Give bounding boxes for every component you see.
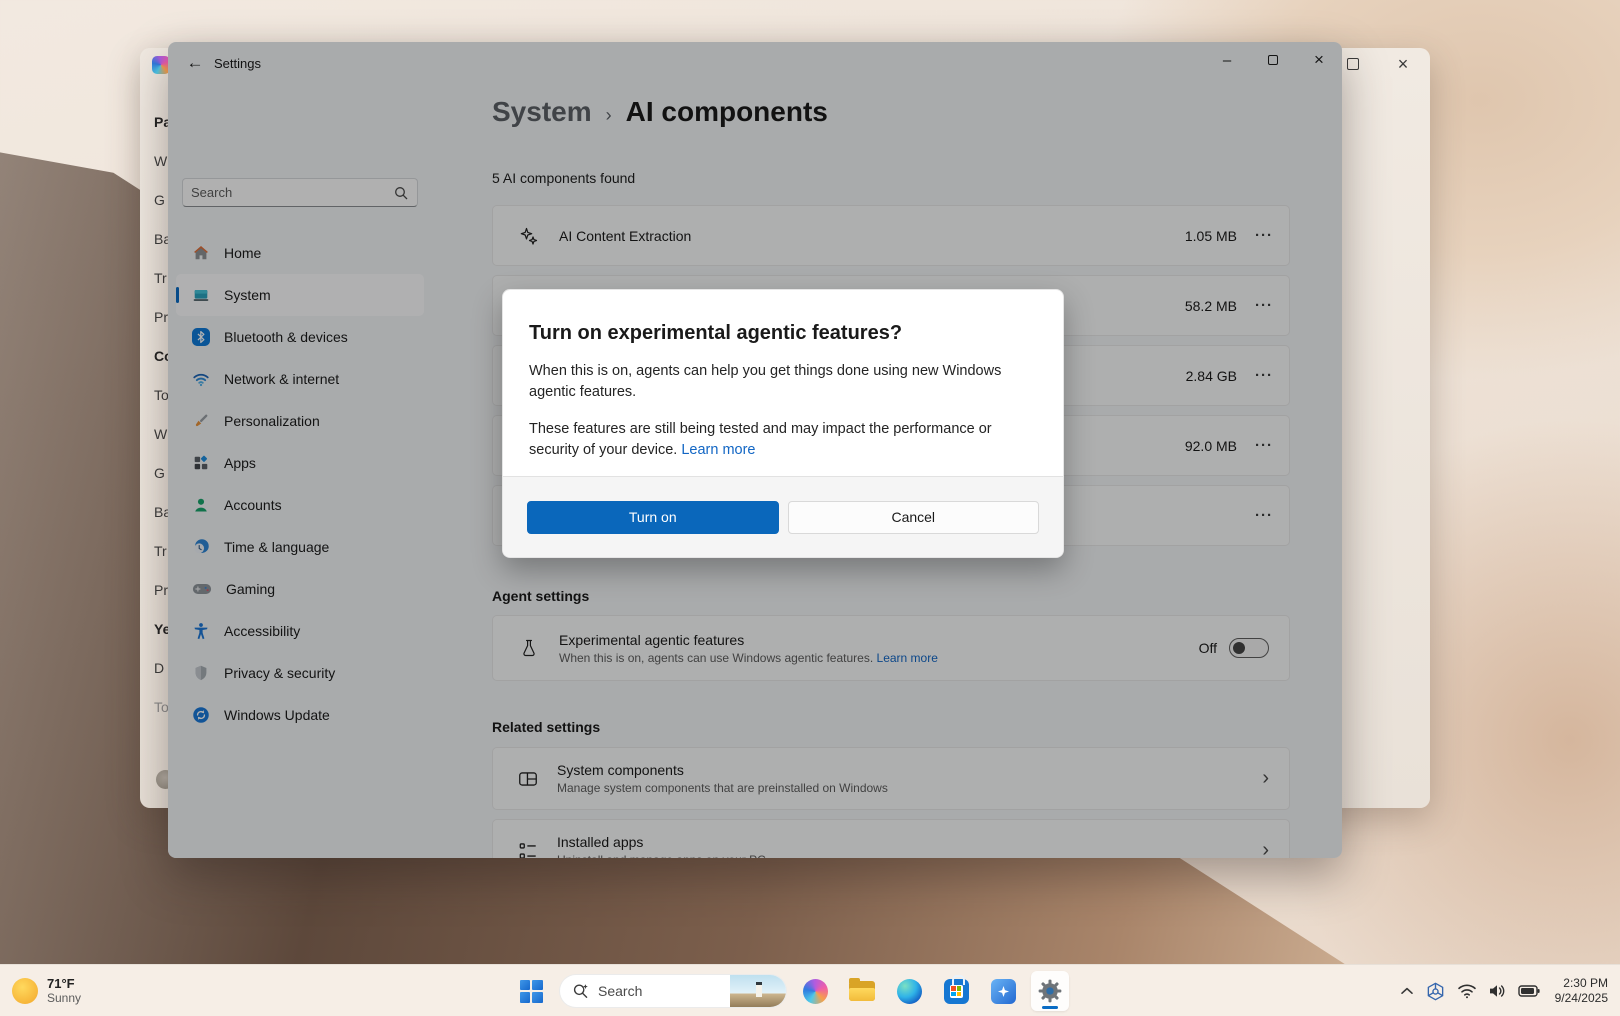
tray-wifi-icon[interactable] bbox=[1457, 983, 1477, 999]
cancel-button[interactable]: Cancel bbox=[788, 501, 1040, 534]
tray-chevron-up[interactable] bbox=[1400, 986, 1414, 996]
taskbar-edge-icon[interactable] bbox=[890, 971, 928, 1011]
weather-widget[interactable]: 71°F Sunny bbox=[12, 965, 81, 1016]
search-label: Search bbox=[598, 983, 642, 999]
search-highlight-image bbox=[730, 975, 786, 1008]
maximize-button[interactable] bbox=[1346, 57, 1360, 71]
weather-condition: Sunny bbox=[47, 991, 81, 1006]
clock-date: 9/24/2025 bbox=[1555, 991, 1608, 1006]
copilot-icon bbox=[803, 979, 828, 1004]
tray-agent-icon[interactable] bbox=[1425, 981, 1446, 1002]
dialog-title: Turn on experimental agentic features? bbox=[529, 322, 1037, 345]
tray-volume-icon[interactable] bbox=[1488, 983, 1507, 999]
store-icon bbox=[944, 979, 969, 1004]
close-button[interactable]: × bbox=[1396, 57, 1410, 71]
settings-window: ← Settings – × Home System Bluetooth & d… bbox=[168, 42, 1342, 858]
tray-battery-icon[interactable] bbox=[1518, 985, 1540, 997]
hexagon-agent-icon bbox=[1425, 981, 1446, 1002]
dialog-footer: Turn on Cancel bbox=[503, 476, 1063, 557]
edge-icon bbox=[897, 979, 922, 1004]
taskbar: 71°F Sunny Search bbox=[0, 964, 1620, 1016]
close-icon: × bbox=[1398, 54, 1409, 75]
gear-icon bbox=[1037, 978, 1063, 1004]
speaker-icon bbox=[1488, 983, 1507, 999]
turn-on-button[interactable]: Turn on bbox=[527, 501, 779, 534]
taskbar-ai-app-icon[interactable] bbox=[984, 971, 1022, 1011]
taskbar-store-icon[interactable] bbox=[937, 971, 975, 1011]
dialog-body-1: When this is on, agents can help you get… bbox=[529, 361, 1037, 403]
sun-icon bbox=[12, 978, 38, 1004]
search-sparkle-icon bbox=[572, 982, 590, 1000]
taskbar-copilot-icon[interactable] bbox=[796, 971, 834, 1011]
clock-widget[interactable]: 2:30 PM 9/24/2025 bbox=[1555, 976, 1608, 1006]
taskbar-file-explorer-icon[interactable] bbox=[843, 971, 881, 1011]
start-button[interactable] bbox=[512, 971, 550, 1011]
dialog-body-2: These features are still being tested an… bbox=[529, 421, 992, 458]
taskbar-search[interactable]: Search bbox=[559, 974, 787, 1008]
wifi-icon bbox=[1457, 983, 1477, 999]
chevron-up-icon bbox=[1400, 986, 1414, 996]
weather-temp: 71°F bbox=[47, 976, 81, 991]
taskbar-settings-icon[interactable] bbox=[1031, 971, 1069, 1011]
battery-icon bbox=[1518, 985, 1540, 997]
clock-time: 2:30 PM bbox=[1555, 976, 1608, 991]
sparkle-icon bbox=[991, 979, 1016, 1004]
maximize-icon bbox=[1347, 58, 1359, 70]
learn-more-link[interactable]: Learn more bbox=[681, 442, 755, 458]
folder-icon bbox=[849, 981, 875, 1001]
agentic-features-dialog: Turn on experimental agentic features? W… bbox=[502, 289, 1064, 558]
windows-logo-icon bbox=[520, 980, 543, 1003]
